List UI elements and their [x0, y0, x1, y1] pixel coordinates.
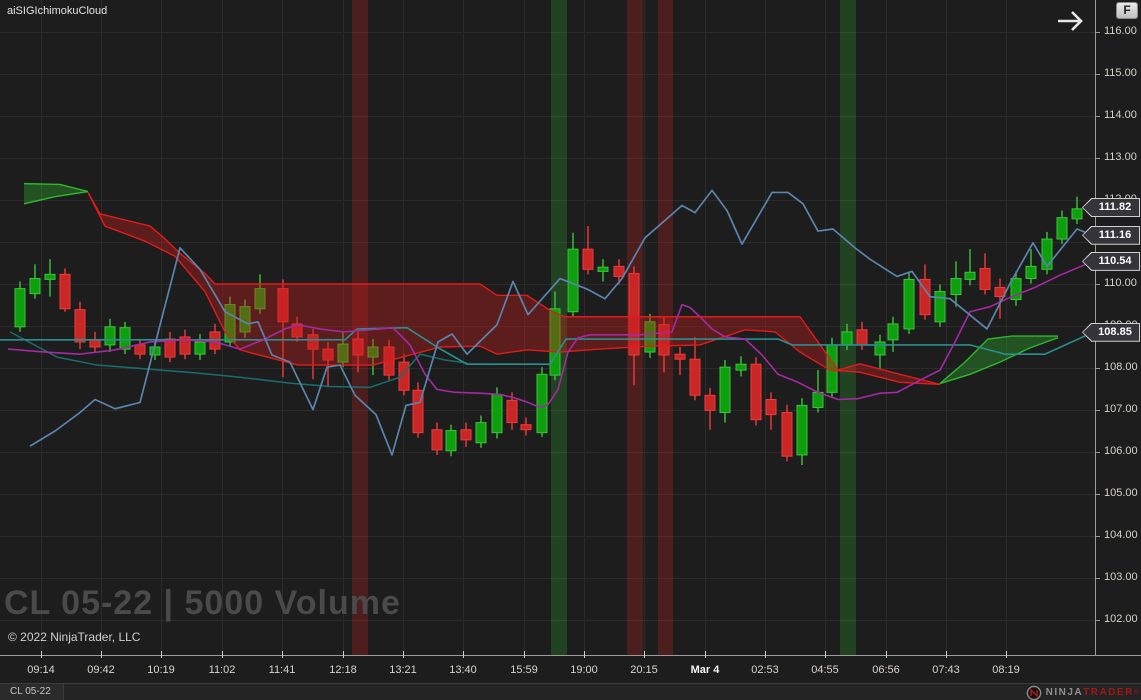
candle-down — [614, 266, 624, 276]
time-axis-label: 07:43 — [932, 664, 960, 676]
candle-up — [45, 274, 55, 279]
price-marker-value: 111.16 — [1082, 226, 1140, 245]
price-axis[interactable]: 116.00115.00114.00113.00112.00111.00110.… — [1095, 0, 1141, 655]
time-axis-label: 02:53 — [751, 664, 779, 676]
candle-up — [30, 279, 40, 294]
candle-up — [120, 328, 130, 349]
time-axis-label: 13:21 — [389, 664, 417, 676]
price-axis-label: 113.00 — [1104, 151, 1137, 163]
candle-down — [461, 430, 471, 440]
time-axis-label: 10:19 — [147, 664, 175, 676]
price-axis-label: 105.00 — [1104, 487, 1138, 499]
time-axis[interactable]: 09:14 09:42 10:19 11:02 11:41 12:18 13:21 13:40… — [0, 655, 1141, 683]
candle-down — [90, 340, 100, 347]
price-axis-label: 106.00 — [1104, 445, 1138, 457]
registered-mark: ® — [1134, 689, 1139, 696]
price-marker-value: 108.85 — [1082, 323, 1140, 342]
candle-up — [537, 374, 547, 432]
candle-down — [751, 364, 761, 419]
candle-up — [797, 405, 807, 455]
price-marker: 108.85 — [1082, 323, 1140, 342]
candle-down — [980, 268, 990, 289]
candle-up — [476, 423, 486, 443]
time-axis-label: 11:02 — [209, 664, 236, 676]
price-marker-value: 110.54 — [1082, 252, 1140, 271]
price-marker: 111.82 — [1082, 198, 1140, 217]
time-axis-label: 11:41 — [269, 664, 296, 676]
candle-up — [598, 267, 608, 271]
candle-up — [1026, 266, 1036, 278]
candle-up — [492, 394, 502, 432]
candle-up — [935, 292, 945, 322]
price-axis-label: 116.00 — [1104, 25, 1137, 37]
chart-watermark: CL 05-22 | 5000 Volume — [4, 584, 401, 623]
candle-up — [195, 342, 205, 354]
time-axis-label: 19:00 — [570, 664, 598, 676]
candle-down — [507, 400, 517, 422]
candle-up — [105, 327, 115, 345]
candle-up — [965, 272, 975, 279]
signal-stripe-bull — [840, 0, 856, 655]
price-marker: 110.54 — [1082, 252, 1140, 271]
candle-up — [736, 364, 746, 370]
candle-down — [690, 359, 700, 395]
candle-up — [720, 367, 730, 412]
tab-bar: CL 05-22 NINJATRADER® — [0, 683, 1141, 700]
candle-up — [813, 392, 823, 407]
candle-up — [904, 279, 914, 329]
price-axis-label: 108.00 — [1104, 361, 1138, 373]
time-axis-label: 20:15 — [630, 664, 658, 676]
candle-down — [432, 430, 442, 450]
time-axis-label: 09:42 — [87, 664, 115, 676]
candle-up — [15, 289, 25, 327]
brand-trader: TRADER — [1083, 687, 1134, 698]
time-axis-label: 09:14 — [27, 664, 55, 676]
copyright-notice: © 2022 NinjaTrader, LLC — [8, 630, 140, 644]
price-axis-label: 103.00 — [1104, 571, 1138, 583]
price-axis-label: 110.00 — [1104, 277, 1137, 289]
candle-up — [888, 324, 898, 340]
candle-up — [150, 347, 160, 355]
time-axis-label: 06:56 — [872, 664, 900, 676]
ninjatrader-logo: NINJATRADER® — [1026, 684, 1139, 700]
time-axis-label: 12:18 — [329, 664, 357, 676]
candle-down — [75, 310, 85, 342]
candle-down — [135, 345, 145, 354]
time-axis-label: 04:55 — [811, 664, 839, 676]
candle-up — [951, 279, 961, 295]
time-axis-label: 15:59 — [510, 664, 538, 676]
price-marker: 111.16 — [1082, 226, 1140, 245]
candle-down — [521, 425, 531, 430]
price-axis-label: 114.00 — [1104, 109, 1137, 121]
candle-up — [568, 249, 578, 312]
candle-up — [842, 332, 852, 345]
time-axis-label: Mar 4 — [691, 664, 720, 676]
jump-to-latest-arrow-icon[interactable] — [1054, 8, 1086, 34]
candle-up — [446, 431, 456, 451]
candle-up — [1072, 209, 1082, 219]
indicator-label: aiSIGIchimokuCloud — [7, 5, 107, 17]
time-axis-label: 13:40 — [449, 664, 477, 676]
candle-up — [1057, 218, 1067, 239]
candle-down — [583, 249, 593, 269]
candle-up — [875, 342, 885, 355]
brand-ninja: NINJA — [1046, 687, 1084, 698]
tab-cl-05-22[interactable]: CL 05-22 — [0, 684, 64, 700]
ninjatrader-logo-icon — [1026, 685, 1042, 700]
ninjatrader-chart-window: aiSIGIchimokuCloud F CL 05-22 | 5000 Vol… — [0, 0, 1141, 700]
candle-down — [675, 354, 685, 359]
price-axis-label: 102.00 — [1104, 613, 1138, 625]
candle-down — [782, 413, 792, 457]
candle-down — [857, 330, 867, 345]
price-axis-label: 107.00 — [1104, 403, 1138, 415]
candle-down — [705, 395, 715, 410]
time-axis-label: 08:19 — [992, 664, 1020, 676]
candle-down — [766, 400, 776, 415]
candle-down — [60, 274, 70, 308]
price-axis-label: 104.00 — [1104, 529, 1138, 541]
price-marker-value: 111.82 — [1082, 198, 1140, 217]
price-axis-label: 115.00 — [1104, 67, 1137, 79]
